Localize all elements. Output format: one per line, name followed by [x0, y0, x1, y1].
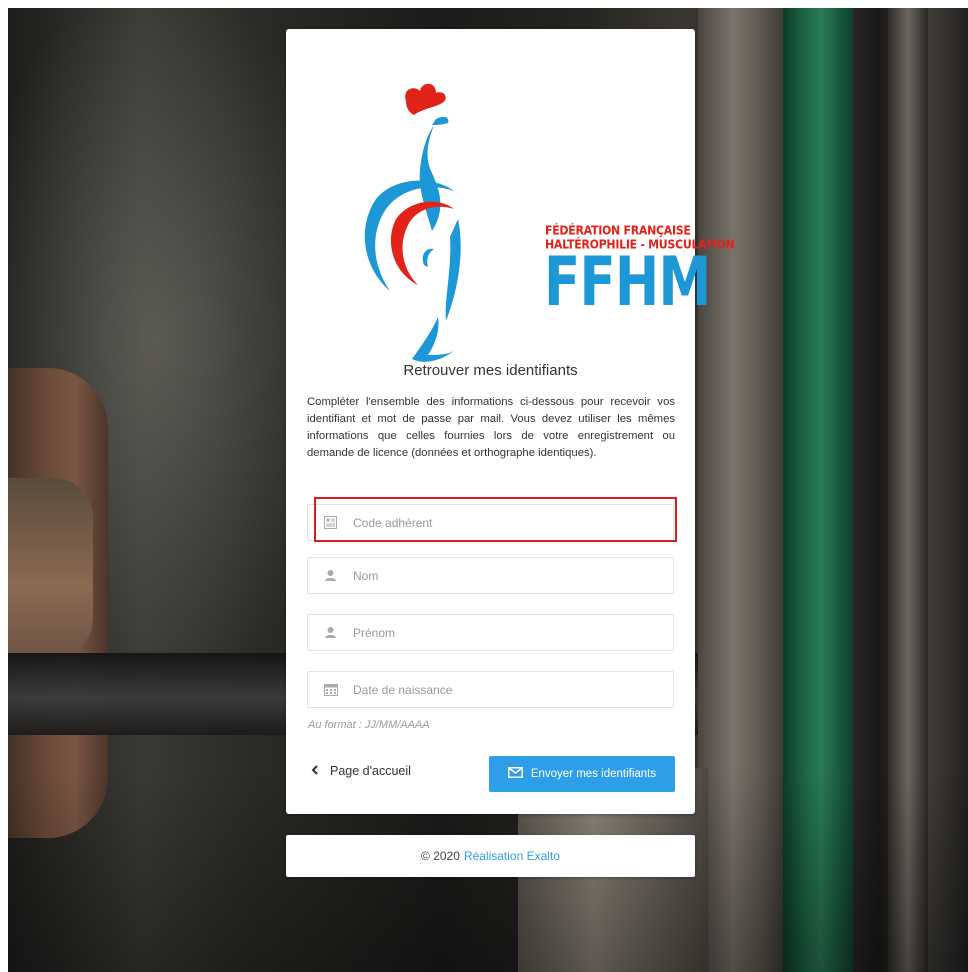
recovery-card: FÉDÉRATION FRANÇAISE HALTÉROPHILIE - MUS…	[286, 29, 735, 814]
user-icon	[308, 569, 353, 582]
calendar-icon	[308, 683, 353, 696]
first-name-field[interactable]	[307, 614, 674, 651]
home-page-link-label: Page d'accueil	[330, 764, 411, 778]
brand-acronym: FFHM	[544, 243, 711, 322]
exalto-link[interactable]: Réalisation Exalto	[464, 849, 560, 863]
brand-name-line1: FÉDÉRATION FRANÇAISE	[545, 223, 691, 238]
last-name-field[interactable]	[307, 557, 674, 594]
form-description: Compléter l'ensemble des informations ci…	[307, 396, 675, 459]
send-credentials-label: Envoyer mes identifiants	[530, 768, 657, 780]
footer: © 2020 Réalisation Exalto	[286, 835, 695, 877]
envelope-icon	[507, 767, 523, 781]
birth-date-input[interactable]	[353, 682, 653, 697]
home-page-link[interactable]: Page d'accueil	[311, 764, 411, 778]
chevron-left-icon	[311, 764, 318, 778]
copyright-text: © 2020	[421, 849, 460, 863]
date-format-hint: Au format : JJ/MM/AAAA	[308, 719, 430, 731]
member-code-highlight	[314, 497, 677, 542]
ffhm-logo: FÉDÉRATION FRANÇAISE HALTÉROPHILIE - MUS…	[336, 59, 735, 379]
rooster-logo-icon	[364, 83, 461, 362]
user-icon	[308, 626, 353, 639]
last-name-input[interactable]	[353, 568, 653, 583]
first-name-input[interactable]	[353, 625, 653, 640]
birth-date-field[interactable]	[307, 671, 674, 708]
page-title: Retrouver mes identifiants	[403, 362, 578, 379]
send-credentials-button[interactable]: Envoyer mes identifiants	[489, 756, 675, 792]
athlete-hand	[8, 478, 93, 658]
